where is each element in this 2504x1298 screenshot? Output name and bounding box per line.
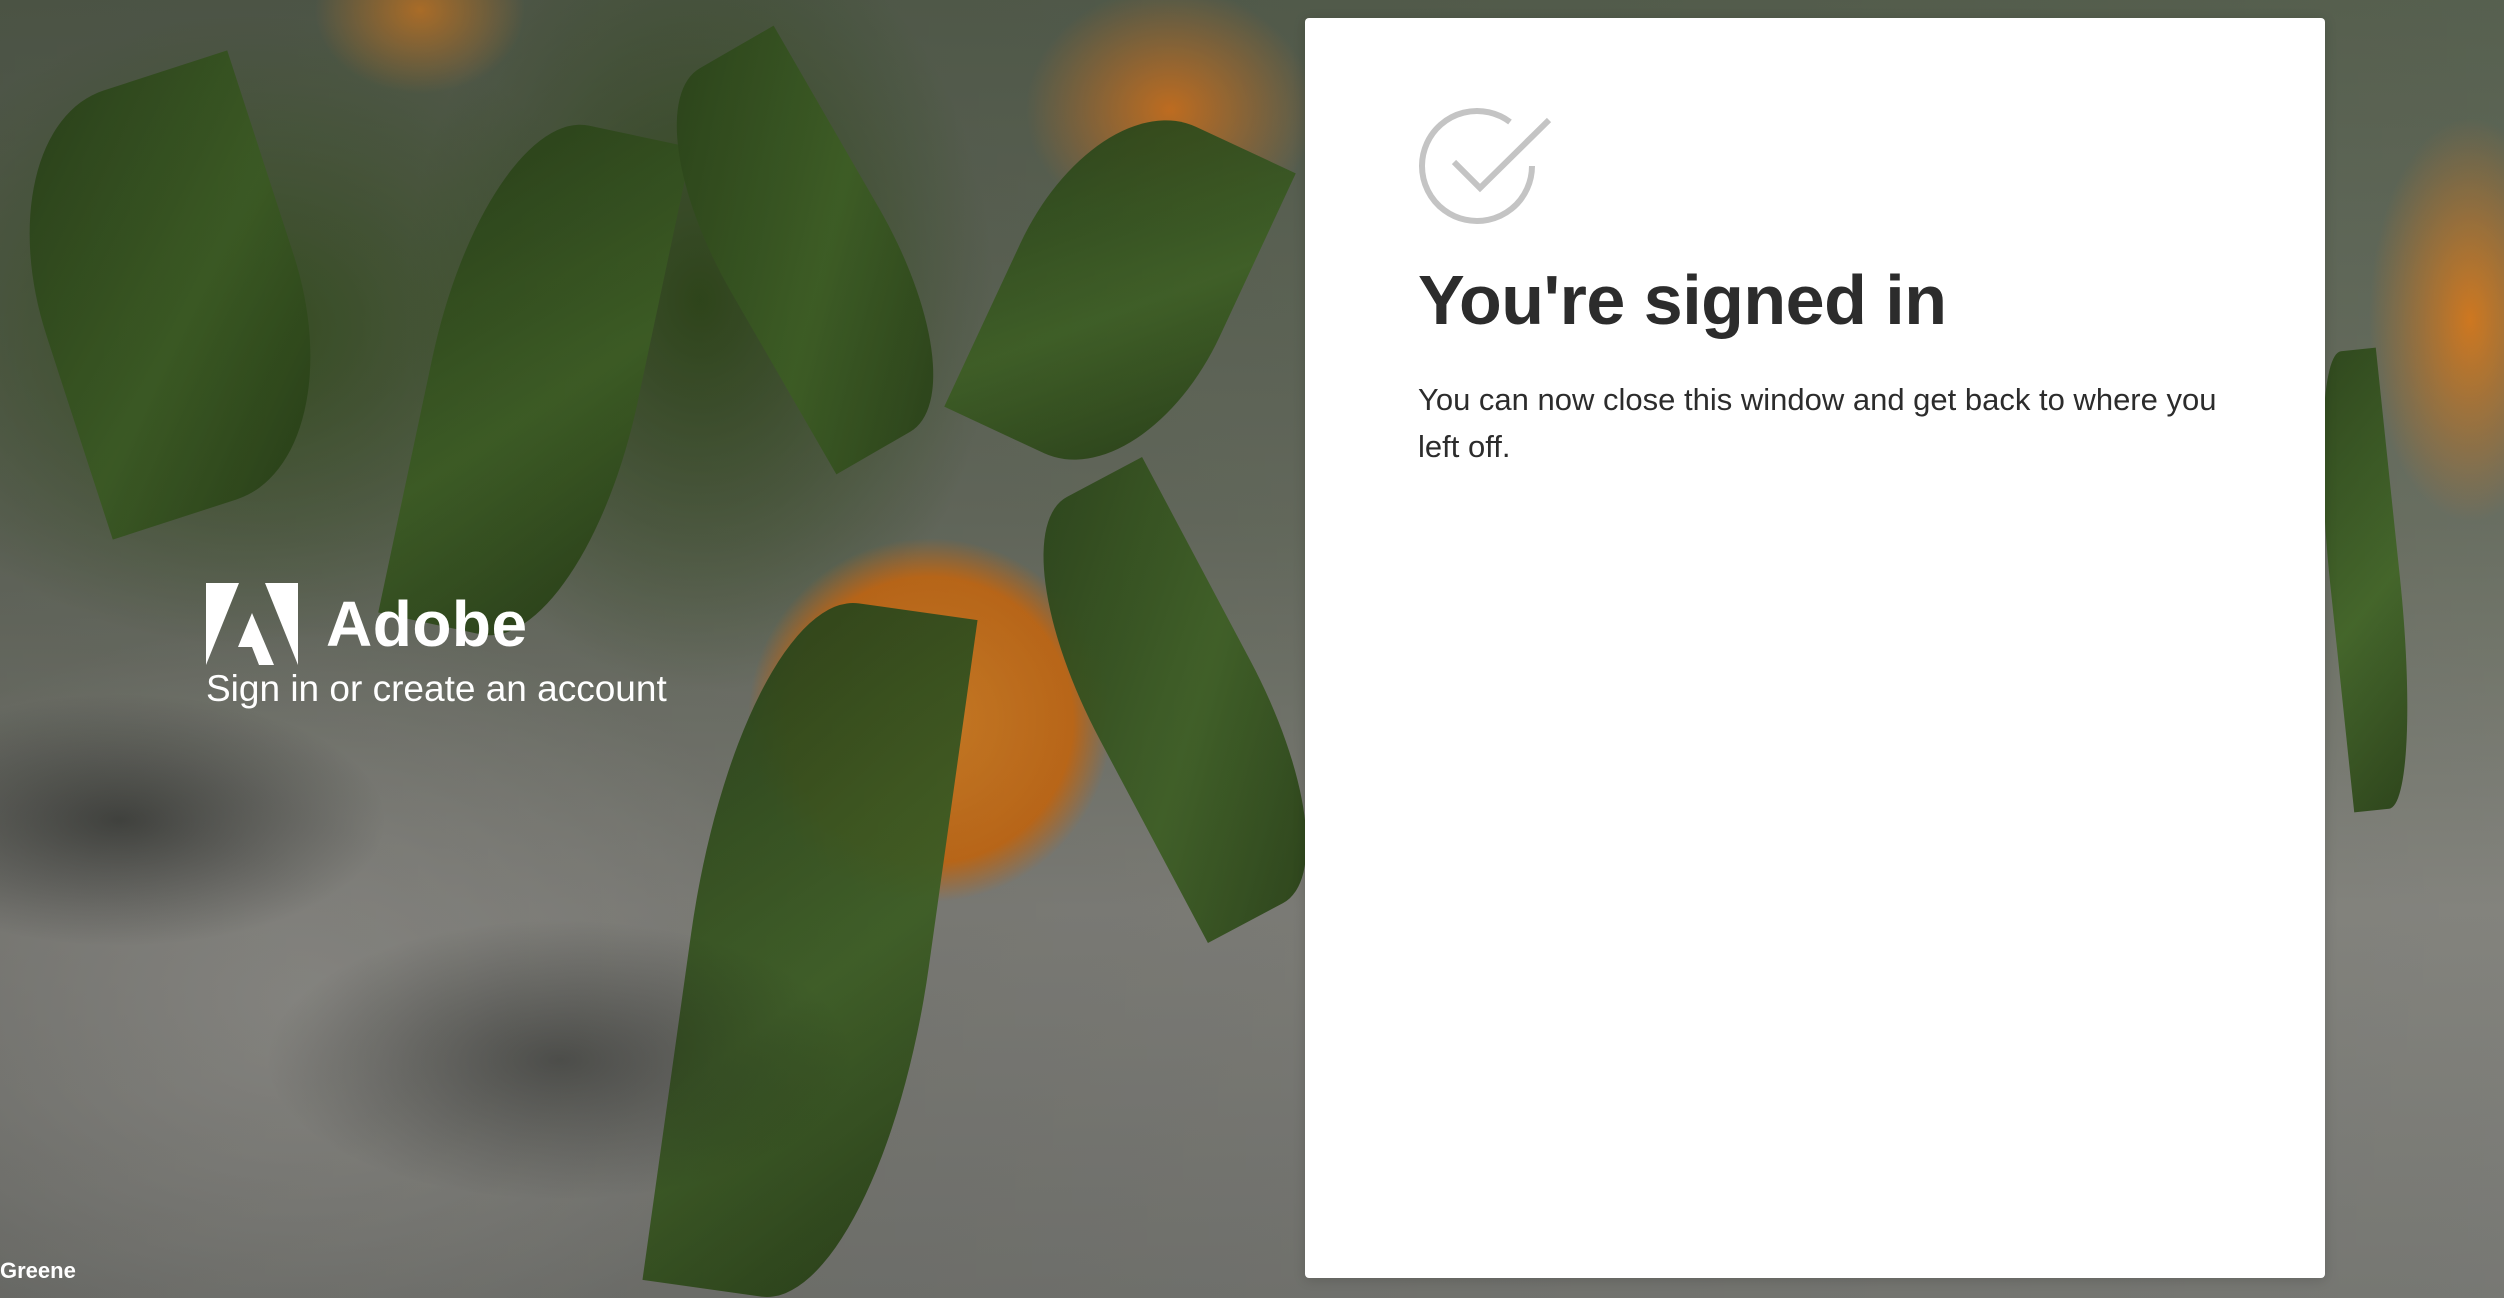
photo-credit: Greene bbox=[0, 1258, 76, 1283]
brand-row: Adobe bbox=[206, 583, 667, 665]
page-title: You're signed in bbox=[1418, 261, 1947, 339]
brand-name: Adobe bbox=[326, 588, 528, 660]
adobe-logo-icon bbox=[206, 583, 298, 665]
sign-in-page: Adobe Sign in or create an account Green… bbox=[0, 0, 2504, 1298]
brand-tagline: Sign in or create an account bbox=[206, 668, 667, 709]
signed-in-message: You can now close this window and get ba… bbox=[1418, 382, 2217, 464]
signed-in-card: You're signed in You can now close this … bbox=[1305, 18, 2325, 1278]
brand-block: Adobe Sign in or create an account bbox=[206, 583, 667, 710]
check-circle-icon bbox=[1419, 108, 1552, 224]
